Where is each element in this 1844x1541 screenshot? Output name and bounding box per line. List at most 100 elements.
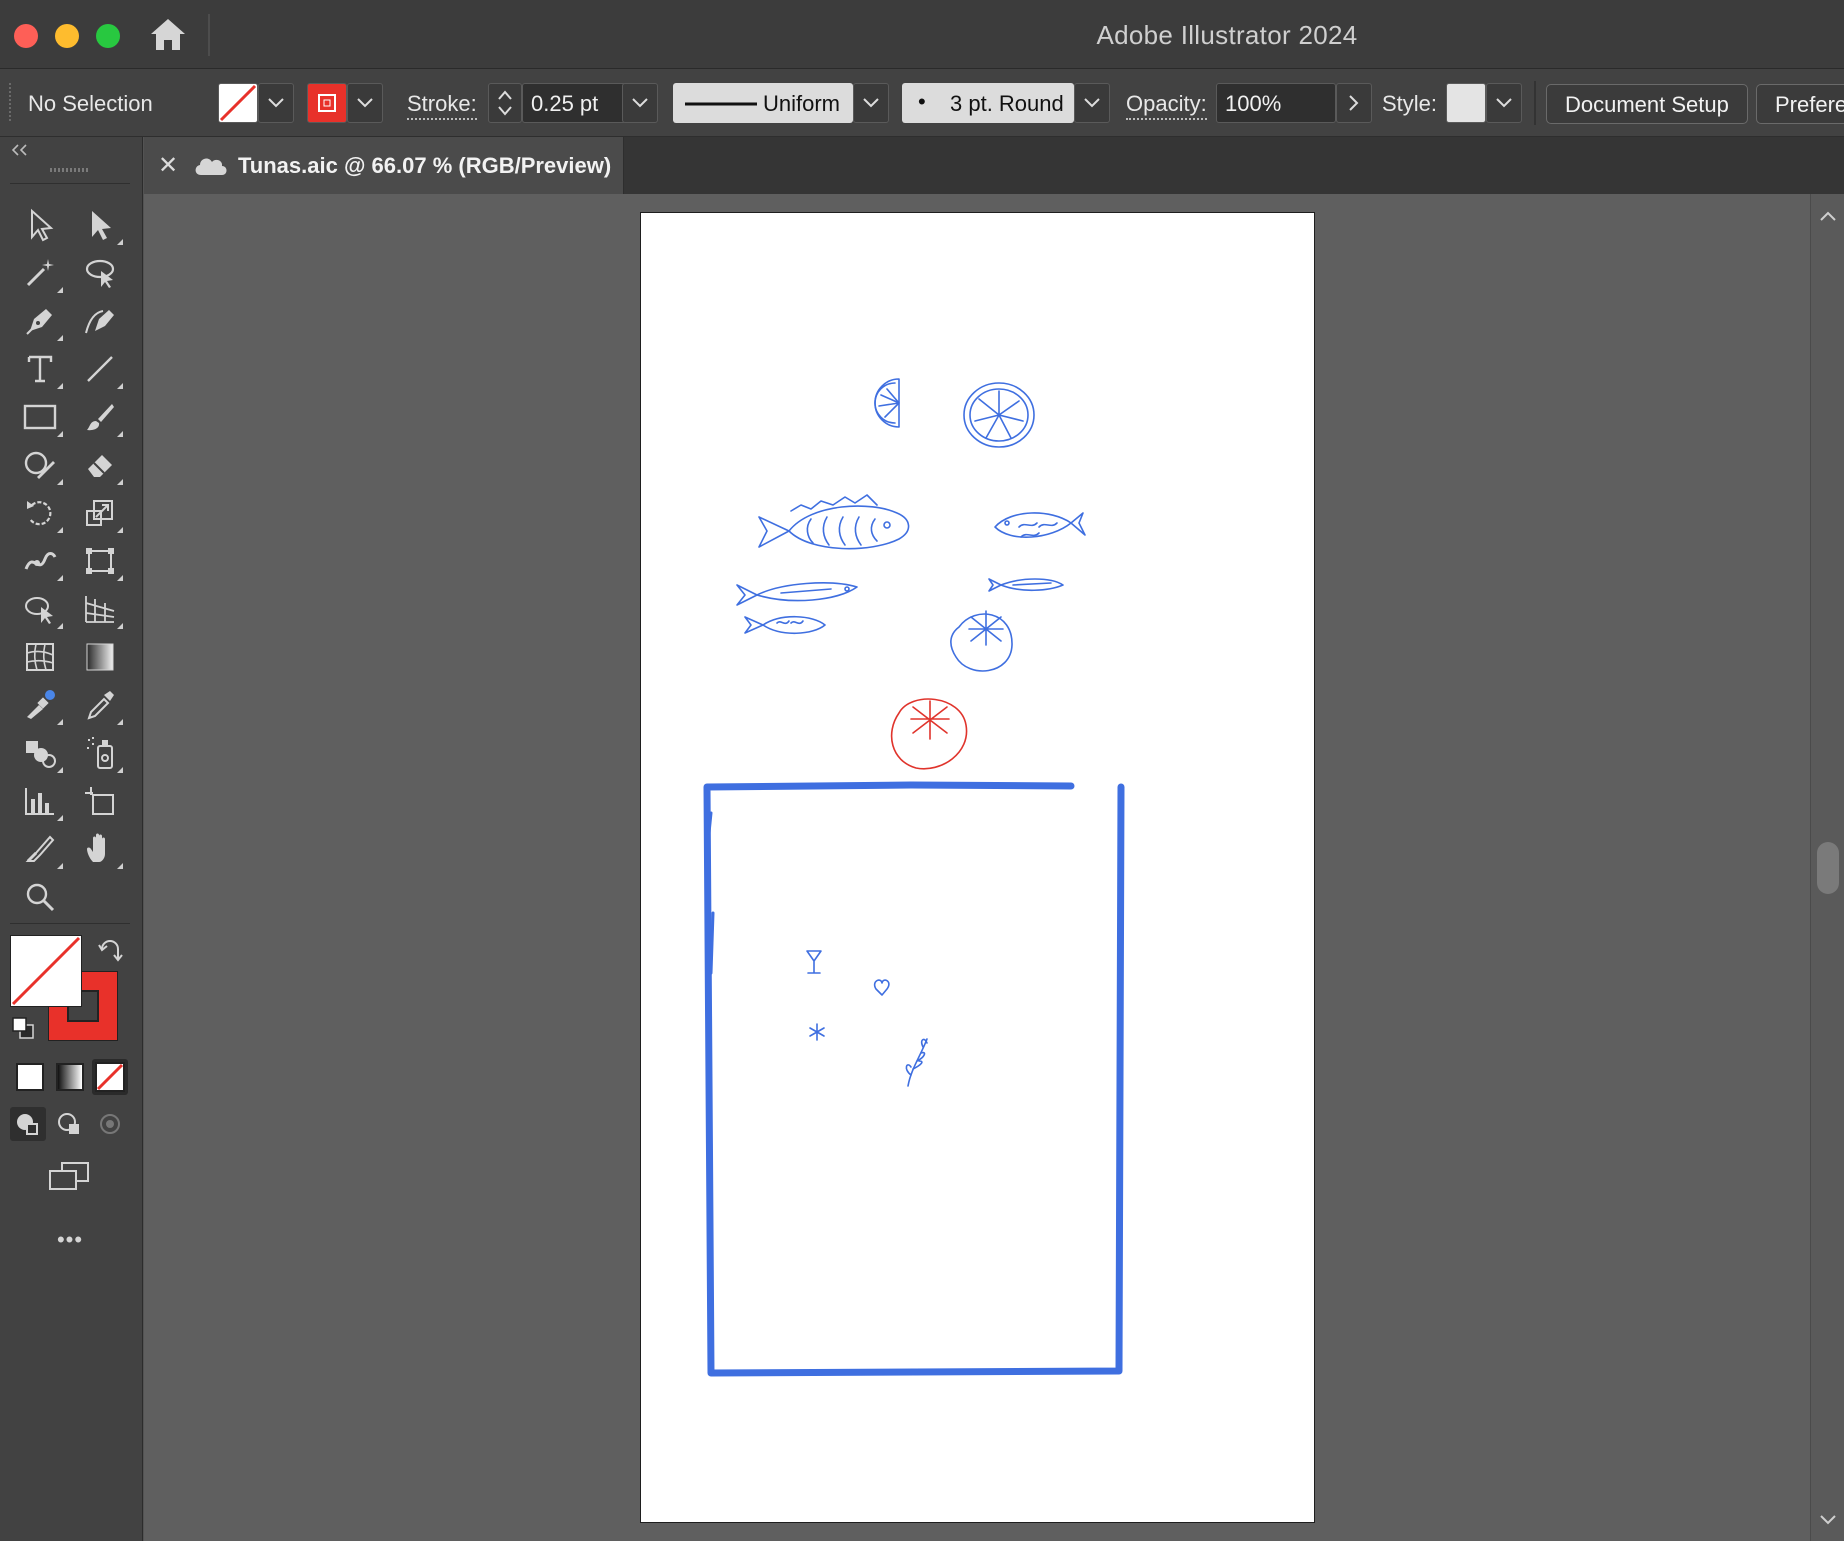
asterisk-doodle[interactable]	[809, 1023, 825, 1041]
red-tomato-illustration[interactable]	[890, 698, 968, 770]
symbol-sprayer-tool[interactable]	[15, 731, 65, 775]
artwork-layer[interactable]	[641, 213, 1315, 1523]
stroke-weight-input[interactable]: 0.25 pt	[522, 83, 626, 123]
lasso-icon	[85, 259, 115, 288]
shape-builder-tool[interactable]	[15, 587, 65, 631]
type-t-icon	[27, 355, 53, 383]
fill-dropdown[interactable]	[258, 83, 294, 123]
rotate-tool[interactable]	[15, 491, 65, 535]
default-fill-stroke-icon[interactable]	[10, 1015, 36, 1041]
screen-mode-button[interactable]	[46, 1157, 94, 1197]
artboard-icon	[85, 787, 114, 815]
close-tab-icon[interactable]: ✕	[158, 151, 178, 180]
none-mode-button[interactable]	[92, 1059, 128, 1095]
zoom-tool[interactable]	[15, 875, 65, 919]
tomato-illustration[interactable]	[950, 610, 1013, 672]
stroke-label[interactable]: Stroke:	[407, 91, 477, 120]
stroke-weight-dropdown[interactable]	[622, 83, 658, 123]
half-lemon-illustration[interactable]	[874, 378, 900, 428]
artboard[interactable]	[640, 212, 1315, 1523]
gradient-mode-button[interactable]	[56, 1063, 84, 1091]
selection-tool[interactable]	[15, 203, 65, 247]
toolbar-separator	[10, 183, 130, 184]
shaper-tool[interactable]	[15, 443, 65, 487]
hand-tool[interactable]	[75, 827, 125, 871]
curvature-pen-icon	[85, 310, 114, 334]
scroll-thumb[interactable]	[1817, 842, 1839, 894]
swap-fill-stroke-icon[interactable]	[98, 937, 124, 963]
stroke-profile-select[interactable]: Uniform	[673, 83, 853, 123]
large-fish-illustration[interactable]	[758, 494, 910, 550]
brush-dropdown[interactable]	[1074, 83, 1110, 123]
panel-grip-icon[interactable]	[50, 167, 90, 173]
fill-color-swatch[interactable]	[10, 935, 82, 1007]
perspective-grid-icon	[85, 596, 115, 623]
panel-grip-icon[interactable]	[8, 83, 14, 123]
paintbrush-icon	[87, 404, 114, 431]
brush-select[interactable]: • 3 pt. Round	[902, 83, 1074, 123]
scroll-down-icon[interactable]	[1819, 1514, 1837, 1526]
graphic-style-swatch[interactable]	[1446, 83, 1486, 123]
document-tab[interactable]: ✕ Tunas.aic @ 66.07 % (RGB/Preview)	[144, 137, 624, 194]
graphic-style-dropdown[interactable]	[1486, 83, 1522, 123]
draw-inside-button[interactable]	[92, 1107, 128, 1141]
paintbrush-tool[interactable]	[75, 395, 125, 439]
hand-drawn-frame[interactable]	[703, 781, 1125, 1377]
fill-swatch[interactable]	[218, 83, 258, 123]
blend-tool[interactable]	[15, 683, 65, 727]
zoom-window-button[interactable]	[96, 24, 120, 48]
home-icon[interactable]	[148, 16, 188, 54]
curvature-tool[interactable]	[75, 299, 125, 343]
mesh-tool[interactable]	[15, 635, 65, 679]
direct-selection-tool[interactable]	[75, 203, 125, 247]
eyedropper-tool[interactable]	[75, 683, 125, 727]
color-mode-button[interactable]	[16, 1063, 44, 1091]
eraser-tool[interactable]	[75, 443, 125, 487]
sardine-illustration[interactable]	[736, 582, 858, 606]
sprig-doodle[interactable]	[905, 1038, 928, 1087]
small-fish-illustration[interactable]	[744, 615, 826, 635]
stroke-color-dropdown[interactable]	[347, 83, 383, 123]
minimize-window-button[interactable]	[55, 24, 79, 48]
small-sardine-illustration[interactable]	[988, 578, 1064, 592]
stroke-profile-dropdown[interactable]	[853, 83, 889, 123]
free-transform-tool[interactable]	[75, 539, 125, 583]
edit-toolbar-button[interactable]: •••	[50, 1227, 90, 1252]
striped-fish-illustration[interactable]	[994, 512, 1086, 538]
line-segment-tool[interactable]	[75, 347, 125, 391]
column-graph-tool[interactable]	[15, 779, 65, 823]
type-tool[interactable]	[15, 347, 65, 391]
cocktail-glass-doodle[interactable]	[806, 950, 822, 974]
magic-wand-tool[interactable]	[15, 251, 65, 295]
width-icon	[24, 552, 57, 570]
scale-tool[interactable]	[75, 491, 125, 535]
draw-normal-button[interactable]	[10, 1107, 46, 1141]
opacity-flyout[interactable]	[1336, 83, 1372, 123]
opacity-input[interactable]: 100%	[1216, 83, 1336, 123]
collapse-panel-icon[interactable]	[10, 143, 30, 157]
opacity-label[interactable]: Opacity:	[1126, 91, 1207, 120]
vertical-scrollbar[interactable]	[1810, 194, 1844, 1541]
gradient-tool[interactable]	[75, 635, 125, 679]
lasso-tool[interactable]	[75, 251, 125, 295]
close-window-button[interactable]	[14, 24, 38, 48]
rectangle-tool[interactable]	[15, 395, 65, 439]
mesh-icon	[26, 643, 54, 671]
slice-tool[interactable]	[15, 827, 65, 871]
rotate-icon	[27, 501, 52, 526]
width-tool[interactable]	[15, 539, 65, 583]
stroke-swatch[interactable]	[307, 83, 347, 123]
pen-tool[interactable]	[15, 299, 65, 343]
document-setup-button[interactable]: Document Setup	[1546, 84, 1748, 124]
rectangle-icon	[23, 404, 57, 430]
perspective-grid-tool[interactable]	[75, 587, 125, 631]
scroll-up-icon[interactable]	[1819, 210, 1837, 222]
preferences-button[interactable]: Prefere	[1756, 84, 1844, 124]
lemon-slice-illustration[interactable]	[963, 382, 1035, 448]
stroke-weight-stepper[interactable]	[488, 83, 522, 123]
live-paint-tool[interactable]	[75, 731, 125, 775]
draw-behind-button[interactable]	[52, 1107, 88, 1141]
artboard-tool[interactable]	[75, 779, 125, 823]
canvas-area[interactable]	[144, 194, 1810, 1541]
heart-doodle[interactable]	[873, 979, 890, 996]
